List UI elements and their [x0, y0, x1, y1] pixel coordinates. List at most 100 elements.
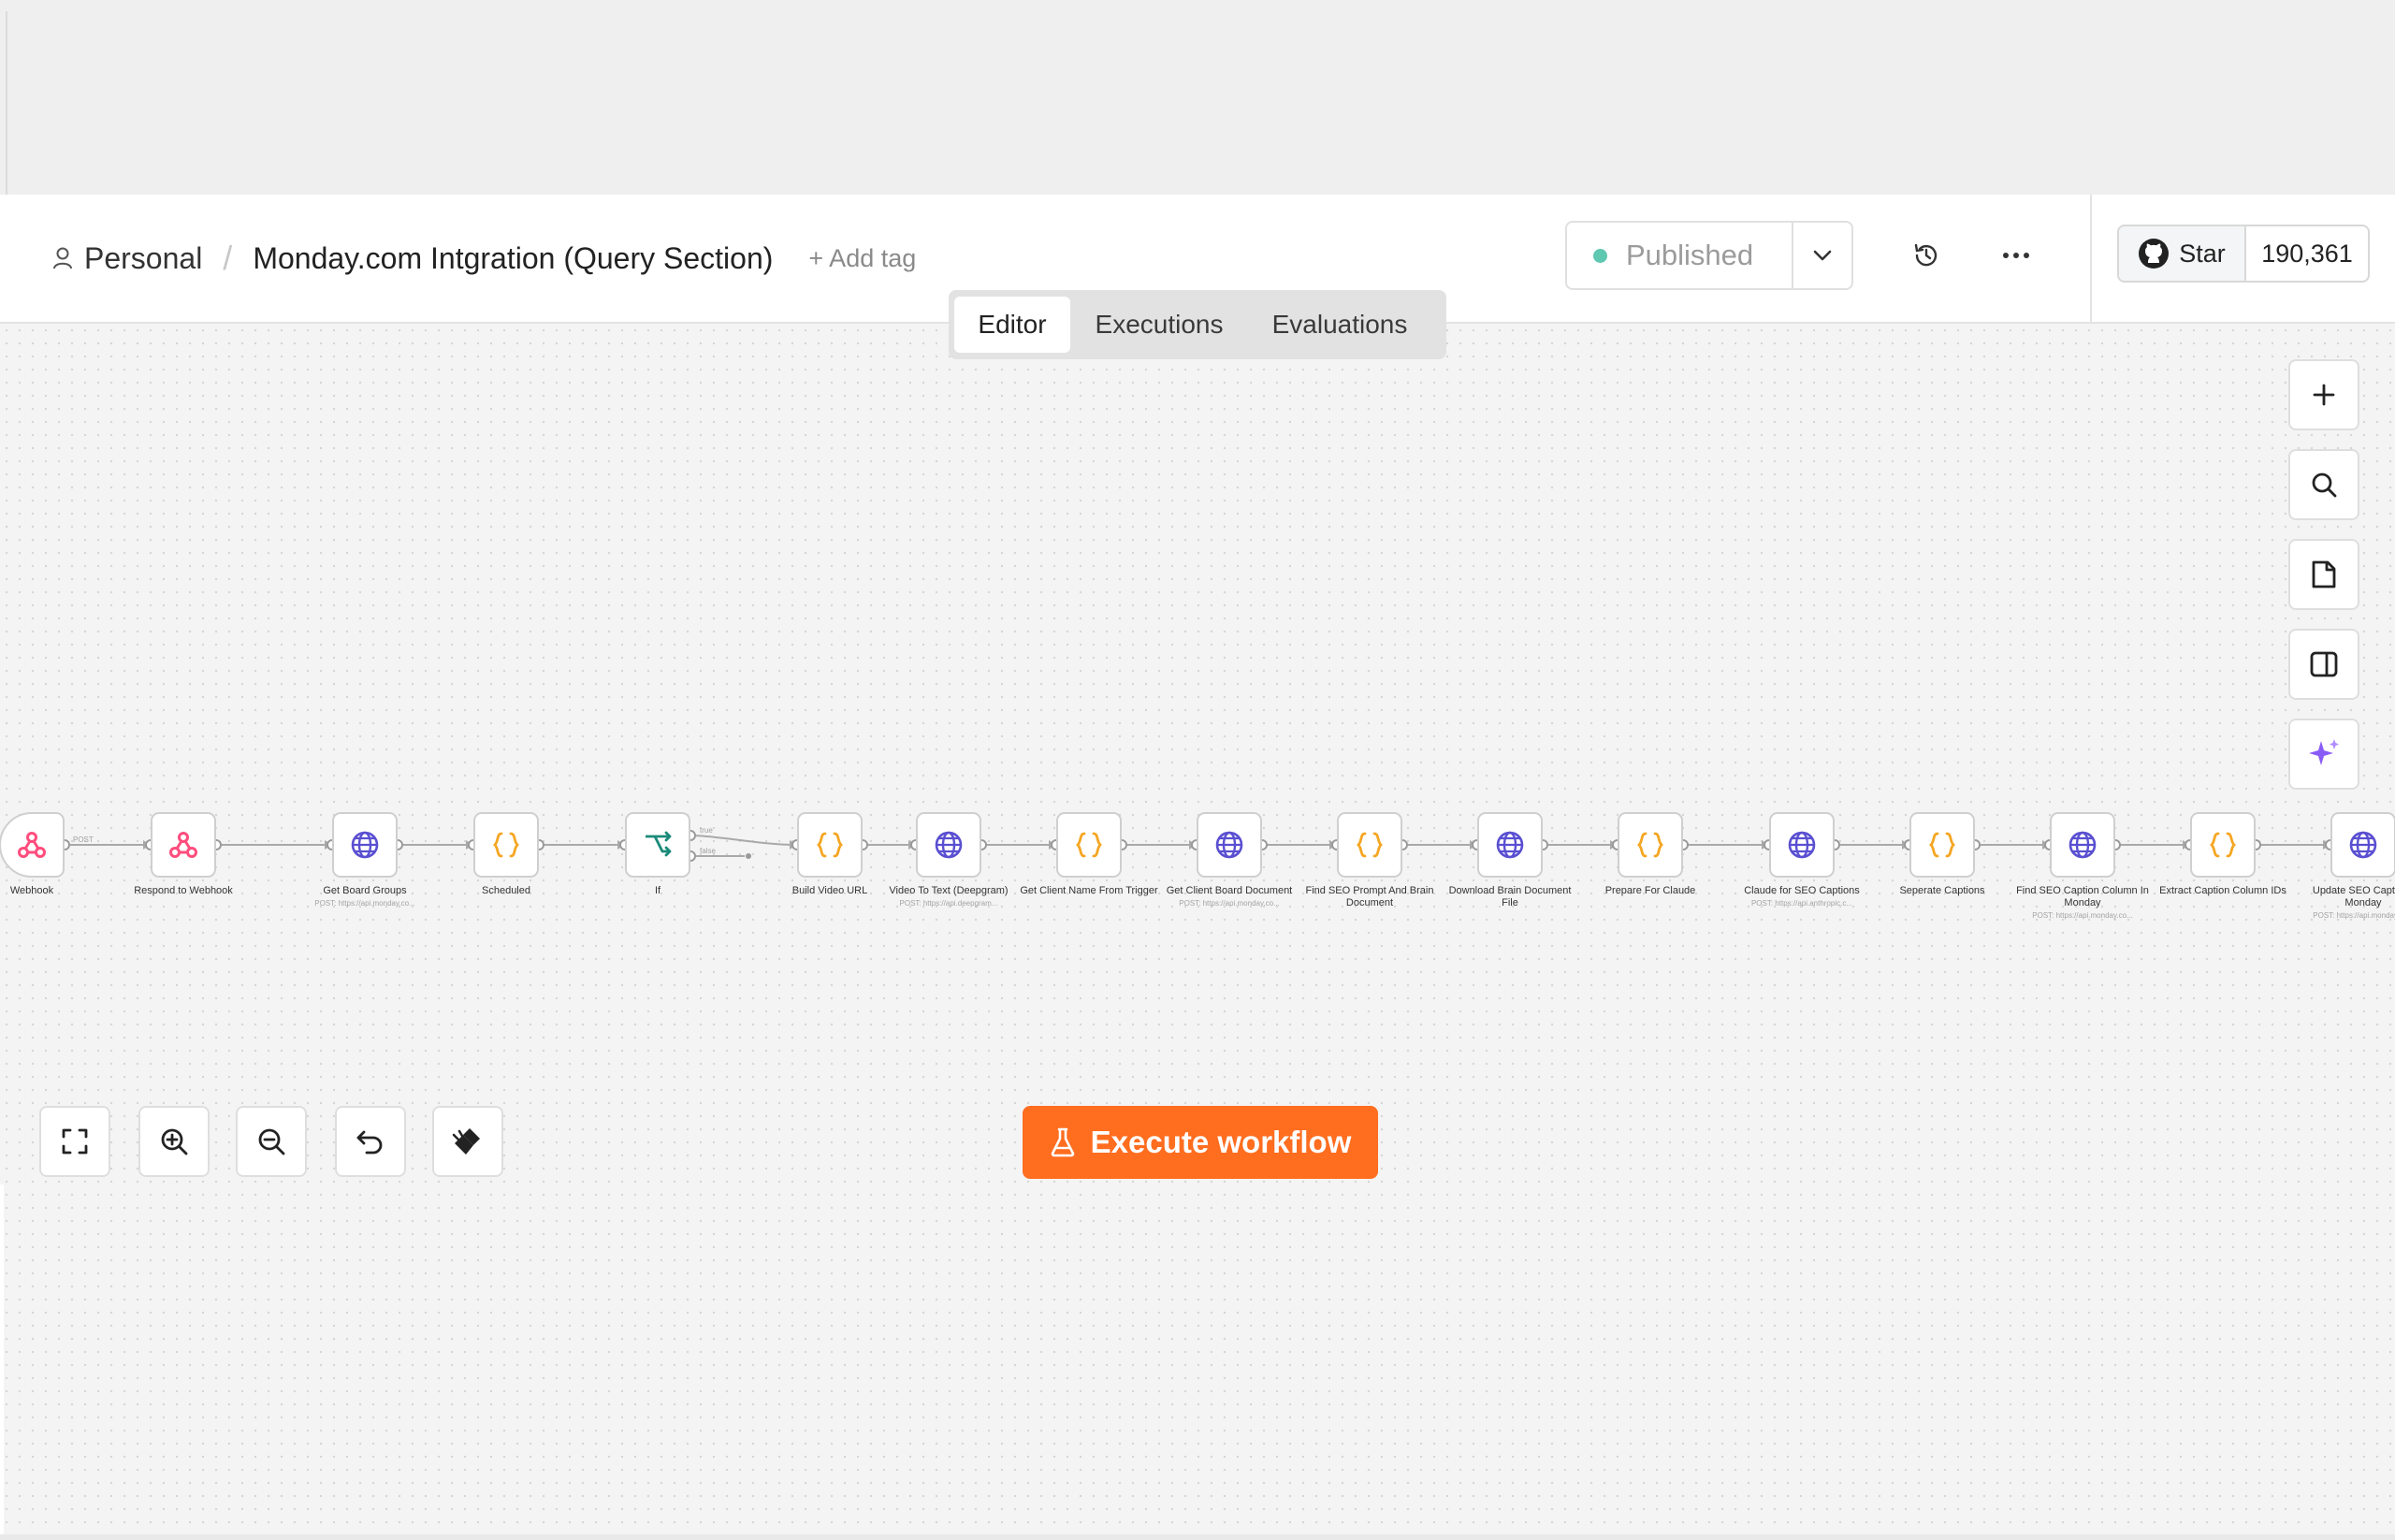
- globe-icon: [351, 831, 379, 859]
- view-tabs: Editor Executions Evaluations: [949, 290, 1446, 359]
- zoom-out-icon: [258, 1128, 285, 1155]
- toggle-panel-button[interactable]: [2288, 629, 2359, 700]
- zoom-out-button[interactable]: [236, 1106, 307, 1177]
- sticky-note-icon: [2312, 560, 2336, 588]
- node-title: Download Brain Document File: [1448, 885, 1572, 908]
- globe-icon: [935, 831, 963, 859]
- node-label: Seperate Captions: [1872, 885, 2012, 897]
- code-braces-icon: [1076, 832, 1102, 858]
- branch-icon: [646, 831, 672, 857]
- add-tag-button[interactable]: + Add tag: [808, 244, 916, 273]
- node-subtitle: POST: https://api.monday.co...: [2032, 911, 2133, 920]
- workflow-node[interactable]: [797, 812, 863, 878]
- fit-view-button[interactable]: [39, 1106, 110, 1177]
- node-label: Get Client Board Document POST: https://a…: [1159, 885, 1299, 908]
- more-options-button[interactable]: [1989, 228, 2043, 283]
- globe-icon: [1496, 831, 1524, 859]
- header-divider: [2090, 195, 2092, 324]
- add-node-handle[interactable]: [746, 853, 751, 859]
- node-label: Webhook: [0, 885, 102, 897]
- workflow-node[interactable]: [1477, 812, 1543, 878]
- node-title: If: [654, 885, 661, 896]
- node-label: Find SEO Caption Column In Monday POST: h…: [2012, 885, 2153, 921]
- node-subtitle: POST: https://api.monday.co...: [1179, 899, 1280, 908]
- node-title: Find SEO Prompt And Brain Document: [1305, 885, 1434, 908]
- code-braces-icon: [1357, 832, 1383, 858]
- workflow-node[interactable]: [1618, 812, 1683, 878]
- tab-evaluations[interactable]: Evaluations: [1248, 297, 1431, 353]
- edge-label-false: false: [700, 847, 716, 855]
- clear-execution-button[interactable]: [432, 1106, 503, 1177]
- github-star-count[interactable]: 190,361: [2246, 226, 2368, 281]
- tab-editor[interactable]: Editor: [954, 297, 1070, 353]
- node-label: Prepare For Claude: [1580, 885, 1720, 897]
- breadcrumb-separator: /: [223, 239, 233, 277]
- publish-dropdown-button[interactable]: [1793, 223, 1851, 288]
- publish-status-label: Published: [1626, 239, 1754, 271]
- workflow-node[interactable]: [916, 812, 981, 878]
- workflow-node[interactable]: [0, 812, 65, 878]
- workflow-node[interactable]: [151, 812, 216, 878]
- node-title: Extract Caption Column IDs: [2159, 885, 2286, 896]
- workflow-node[interactable]: [625, 812, 690, 878]
- globe-icon: [1215, 831, 1243, 859]
- code-braces-icon: [493, 832, 519, 858]
- node-label: Scheduled: [436, 885, 576, 897]
- workflow-node[interactable]: [2050, 812, 2115, 878]
- node-title: Find SEO Caption Column In Monday: [2016, 885, 2149, 908]
- workflow-node[interactable]: [1056, 812, 1122, 878]
- node-title: Get Client Name From Trigger: [1020, 885, 1158, 896]
- node-title: Get Client Board Document: [1166, 885, 1293, 896]
- workflow-title[interactable]: Monday.com Intgration (Query Section): [253, 241, 773, 276]
- node-label: Find SEO Prompt And Brain Document: [1299, 885, 1440, 909]
- node-label: Claude for SEO Captions POST: https://api…: [1732, 885, 1872, 908]
- undo-button[interactable]: [335, 1106, 406, 1177]
- workflow-canvas[interactable]: true false POST Webhook Respond to Webhook G…: [0, 324, 2395, 1540]
- node-title: Webhook: [9, 885, 54, 896]
- search-nodes-button[interactable]: [2288, 449, 2359, 520]
- add-sticky-note-button[interactable]: [2288, 539, 2359, 610]
- globe-icon: [2068, 831, 2097, 859]
- ai-assistant-button[interactable]: [2288, 719, 2359, 790]
- workflow-node[interactable]: [1769, 812, 1835, 878]
- node-title: Respond to Webhook: [134, 885, 233, 896]
- zoom-in-button[interactable]: [138, 1106, 210, 1177]
- project-link[interactable]: Personal: [84, 241, 202, 276]
- code-braces-icon: [2210, 832, 2236, 858]
- node-label: Update SEO Captions Monday POST: https://…: [2293, 885, 2395, 921]
- connection-if-true: [689, 835, 798, 846]
- breadcrumb: Personal / Monday.com Intgration (Query …: [52, 238, 916, 279]
- globe-icon: [1788, 831, 1816, 859]
- flask-icon: [1051, 1127, 1074, 1157]
- node-title: Video To Text (Deepgram): [889, 885, 1009, 896]
- node-title: Update SEO Captions Monday: [2312, 885, 2395, 908]
- history-button[interactable]: [1899, 228, 1953, 283]
- workflow-node[interactable]: [1337, 812, 1402, 878]
- tab-executions[interactable]: Executions: [1070, 297, 1248, 353]
- execute-workflow-button[interactable]: Execute workflow: [1023, 1106, 1378, 1179]
- node-label: Download Brain Document File: [1440, 885, 1580, 909]
- clear-execution-icon: [452, 1128, 480, 1155]
- top-empty-area: [0, 0, 2395, 196]
- github-icon: [2139, 239, 2170, 269]
- node-label: Get Client Name From Trigger: [1019, 885, 1159, 897]
- chevron-down-icon: [1813, 250, 1832, 261]
- workflow-node[interactable]: [2330, 812, 2395, 878]
- execute-workflow-label: Execute workflow: [1090, 1125, 1352, 1159]
- publish-button[interactable]: Published: [1567, 223, 1793, 288]
- code-braces-icon: [1929, 832, 1955, 858]
- node-subtitle: POST: https://api.anthropic.c...: [1750, 899, 1853, 908]
- node-title: Get Board Groups: [323, 885, 407, 896]
- github-star-widget: Star 190,361: [2117, 225, 2370, 283]
- node-title: Claude for SEO Captions: [1744, 885, 1860, 896]
- workflow-node[interactable]: [2190, 812, 2256, 878]
- workflow-node[interactable]: [1909, 812, 1975, 878]
- workflow-node[interactable]: [1197, 812, 1262, 878]
- edge-label-true: true: [700, 826, 713, 835]
- workflow-node[interactable]: [332, 812, 398, 878]
- add-node-button[interactable]: [2288, 359, 2359, 430]
- node-title: Build Video URL: [791, 885, 868, 896]
- github-star-button[interactable]: Star: [2119, 226, 2246, 281]
- node-label: Get Board Groups POST: https://api.monday…: [295, 885, 435, 908]
- workflow-node[interactable]: [473, 812, 539, 878]
